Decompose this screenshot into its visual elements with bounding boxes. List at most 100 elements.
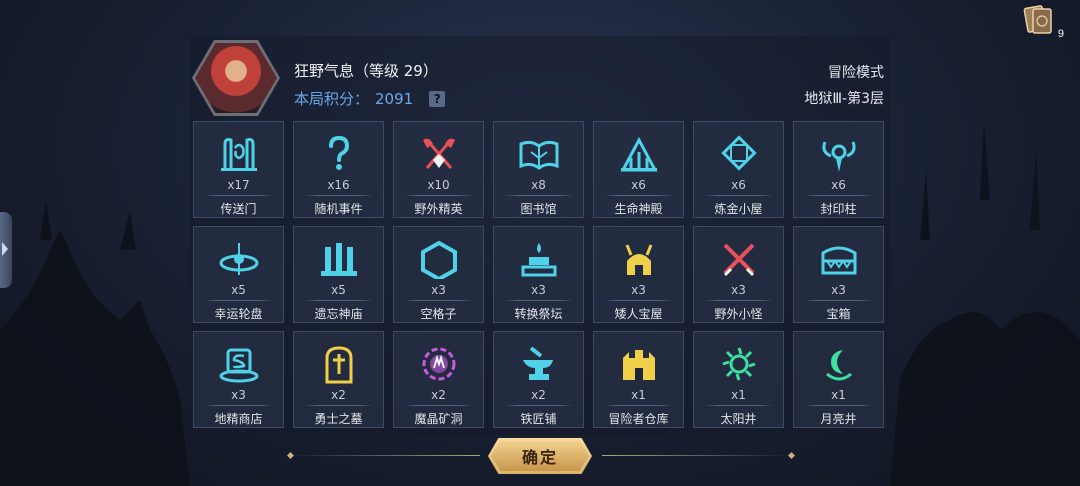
tile-label: 太阳井 bbox=[720, 412, 757, 426]
shrine-icon bbox=[320, 243, 357, 276]
question-icon bbox=[328, 135, 349, 170]
tile-label: 魔晶矿洞 bbox=[414, 412, 463, 426]
tile-hexagon[interactable]: x3 空格子 bbox=[393, 226, 484, 323]
avatar[interactable] bbox=[192, 40, 280, 116]
tile-crystal-mine[interactable]: x2 魔晶矿洞 bbox=[393, 331, 484, 428]
confirm-label: 确定 bbox=[521, 448, 558, 467]
tile-book[interactable]: x8 图书馆 bbox=[493, 121, 584, 218]
tile-count: x3 bbox=[831, 283, 846, 297]
crystal-mine-icon bbox=[422, 347, 455, 381]
tile-divider bbox=[304, 405, 373, 406]
tile-count: x6 bbox=[831, 178, 846, 192]
score-line: 本局积分： 2091 ? bbox=[294, 88, 446, 109]
tile-count: x6 bbox=[731, 178, 746, 192]
moon-well-icon bbox=[825, 350, 852, 381]
tile-count: x5 bbox=[231, 283, 246, 297]
goblin-shop-icon bbox=[219, 348, 258, 383]
tile-label: 遗忘神庙 bbox=[314, 307, 363, 321]
tile-alchemy[interactable]: x6 炼金小屋 bbox=[693, 121, 784, 218]
temple-icon bbox=[620, 136, 657, 172]
tile-label: 宝箱 bbox=[826, 307, 851, 321]
tile-divider bbox=[304, 195, 373, 196]
tile-label: 随机事件 bbox=[314, 202, 363, 216]
tile-label: 转换祭坛 bbox=[514, 307, 563, 321]
sun-well-icon bbox=[722, 347, 755, 381]
tile-count: x3 bbox=[531, 283, 546, 297]
tile-divider bbox=[604, 195, 673, 196]
tile-divider bbox=[404, 300, 473, 301]
tile-warehouse[interactable]: x1 冒险者仓库 bbox=[593, 331, 684, 428]
tile-portal[interactable]: x17 传送门 bbox=[193, 121, 284, 218]
tile-divider bbox=[204, 195, 273, 196]
tile-crossed-swords[interactable]: x3 野外小怪 bbox=[693, 226, 784, 323]
score-value: 2091 bbox=[375, 89, 414, 108]
card-deck-button[interactable]: 9 bbox=[1022, 4, 1064, 40]
altar-icon bbox=[521, 243, 556, 277]
tile-count: x2 bbox=[331, 388, 346, 402]
tile-wheel[interactable]: x5 幸运轮盘 bbox=[193, 226, 284, 323]
tile-crossed-axes[interactable]: x10 野外精英 bbox=[393, 121, 484, 218]
tile-label: 生命神殿 bbox=[614, 202, 663, 216]
tile-grid: x17 传送门 x16 随机事件 x10 野外精英 x8 图书馆 x6 生命神殿 x6 炼金小屋 x6 封… bbox=[193, 121, 884, 428]
hexagon-icon bbox=[420, 240, 457, 279]
player-name: 狂野气息（等级 29） bbox=[294, 62, 438, 80]
tile-count: x5 bbox=[331, 283, 346, 297]
tile-label: 矮人宝屋 bbox=[614, 307, 663, 321]
tile-divider bbox=[204, 405, 273, 406]
tile-divider bbox=[704, 195, 773, 196]
tile-shrine[interactable]: x5 遗忘神庙 bbox=[293, 226, 384, 323]
tile-label: 野外精英 bbox=[414, 202, 463, 216]
tile-seal-pillar[interactable]: x6 封印柱 bbox=[793, 121, 884, 218]
tile-divider bbox=[504, 405, 573, 406]
tile-divider bbox=[404, 405, 473, 406]
portal-icon bbox=[220, 138, 257, 171]
anvil-icon bbox=[522, 346, 553, 380]
tile-label: 野外小怪 bbox=[714, 307, 763, 321]
tile-label: 地精商店 bbox=[214, 412, 263, 426]
tile-label: 月亮井 bbox=[820, 412, 857, 426]
tile-label: 炼金小屋 bbox=[714, 202, 763, 216]
tile-count: x2 bbox=[431, 388, 446, 402]
header: 狂野气息（等级 29） 本局积分： 2091 ? 冒险模式 地狱Ⅲ-第3层 bbox=[192, 40, 888, 116]
tile-label: 冒险者仓库 bbox=[608, 412, 669, 426]
tile-anvil[interactable]: x2 铁匠铺 bbox=[493, 331, 584, 428]
tile-count: x1 bbox=[831, 388, 846, 402]
card-count: 9 bbox=[1057, 28, 1064, 40]
tile-count: x3 bbox=[631, 283, 646, 297]
tile-count: x1 bbox=[731, 388, 746, 402]
tile-tombstone[interactable]: x2 勇士之墓 bbox=[293, 331, 384, 428]
tile-sun-well[interactable]: x1 太阳井 bbox=[693, 331, 784, 428]
tile-divider bbox=[504, 300, 573, 301]
tile-divider bbox=[704, 405, 773, 406]
seal-pillar-icon bbox=[821, 141, 856, 172]
mimic-chest-icon bbox=[821, 246, 856, 275]
tile-count: x3 bbox=[431, 283, 446, 297]
tile-count: x3 bbox=[731, 283, 746, 297]
tile-divider bbox=[804, 195, 873, 196]
tile-mimic-chest[interactable]: x3 宝箱 bbox=[793, 226, 884, 323]
tile-question[interactable]: x16 随机事件 bbox=[293, 121, 384, 218]
tile-goblin-shop[interactable]: x3 地精商店 bbox=[193, 331, 284, 428]
tile-divider bbox=[804, 300, 873, 301]
divider-left bbox=[290, 455, 480, 456]
confirm-area: 确定 bbox=[286, 438, 796, 474]
tile-divider bbox=[604, 300, 673, 301]
crossed-swords-icon bbox=[723, 243, 754, 277]
help-button[interactable]: ? bbox=[429, 90, 446, 107]
tile-divider bbox=[804, 405, 873, 406]
confirm-button[interactable]: 确定 bbox=[488, 438, 592, 474]
tile-count: x16 bbox=[327, 178, 350, 192]
side-expand-tab[interactable] bbox=[0, 212, 12, 288]
tile-altar[interactable]: x3 转换祭坛 bbox=[493, 226, 584, 323]
floor-label: 地狱Ⅲ-第3层 bbox=[804, 91, 884, 107]
tile-count: x3 bbox=[231, 388, 246, 402]
divider-right bbox=[602, 455, 792, 456]
tile-divider bbox=[304, 300, 373, 301]
score-label: 本局积分： bbox=[294, 90, 370, 108]
tile-label: 幸运轮盘 bbox=[214, 307, 263, 321]
tile-label: 图书馆 bbox=[520, 202, 557, 216]
tile-moon-well[interactable]: x1 月亮井 bbox=[793, 331, 884, 428]
tile-divider bbox=[204, 300, 273, 301]
tile-temple[interactable]: x6 生命神殿 bbox=[593, 121, 684, 218]
tile-viking-helmet[interactable]: x3 矮人宝屋 bbox=[593, 226, 684, 323]
